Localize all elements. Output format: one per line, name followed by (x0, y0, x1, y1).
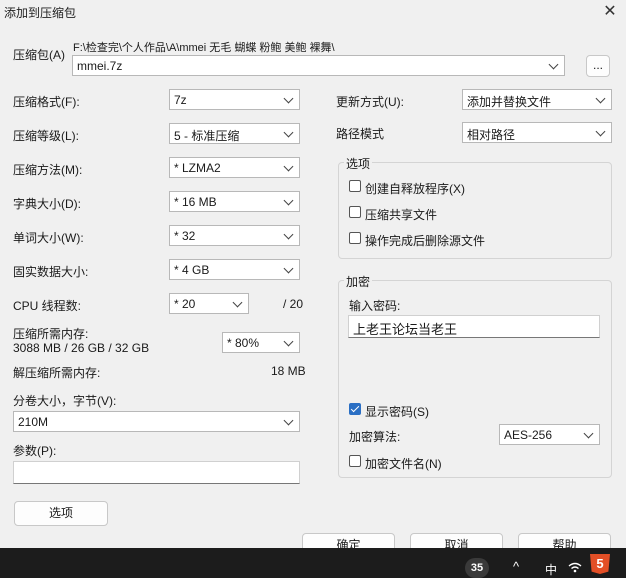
wifi-icon[interactable] (568, 562, 582, 573)
format-label: 压缩格式(F): (13, 95, 80, 109)
chevron-down-icon (284, 161, 294, 173)
params-input[interactable] (13, 461, 300, 484)
mem-select[interactable]: * 80% (222, 332, 300, 353)
delete-checkbox[interactable] (349, 232, 361, 244)
level-select[interactable]: 5 - 标准压缩 (169, 123, 300, 144)
encrypt-group-title: 加密 (344, 273, 373, 290)
options-button[interactable]: 选项 (14, 501, 108, 526)
cpu-label: CPU 线程数: (13, 299, 82, 313)
mem-detail: 3088 MB / 26 GB / 32 GB (13, 341, 150, 355)
html5-icon[interactable]: 5 (590, 554, 610, 574)
decomp-label: 解压缩所需内存: (13, 366, 101, 380)
update-label: 更新方式(U): (336, 95, 404, 109)
chevron-down-icon (284, 336, 294, 348)
method-label: 压缩方法(M): (13, 163, 83, 177)
close-icon[interactable]: ✕ (601, 3, 619, 21)
path-mode-label: 路径模式 (336, 127, 385, 141)
decomp-value: 18 MB (271, 364, 306, 378)
ime-indicator[interactable]: 中 (545, 561, 557, 578)
encrypt-method-label: 加密算法: (349, 430, 401, 444)
word-label: 单词大小(W): (13, 231, 84, 245)
chevron-down-icon (284, 263, 294, 275)
encrypt-names-checkbox[interactable] (349, 455, 361, 467)
password-label: 输入密码: (349, 299, 401, 313)
delete-label[interactable]: 操作完成后删除源文件 (365, 232, 485, 249)
shared-checkbox[interactable] (349, 206, 361, 218)
add-to-archive-dialog: 添加到压缩包 ✕ 压缩包(A) F:\检查完\个人作品\A\mmei 无毛 蝴蝶… (0, 0, 626, 548)
show-password-checkbox[interactable] (349, 403, 361, 415)
chevron-down-icon (284, 229, 294, 241)
archive-filename-combo[interactable]: mmei.7z (72, 55, 565, 76)
chevron-down-icon (584, 428, 594, 440)
password-value: 上老王论坛当老王 (353, 322, 458, 337)
ok-button[interactable]: 确定 (302, 533, 395, 548)
update-value: 添加并替换文件 (467, 95, 552, 109)
chevron-down-icon (284, 195, 294, 207)
chevron-down-icon (549, 59, 559, 71)
archive-label: 压缩包(A) (13, 48, 65, 62)
chevron-down-icon (596, 126, 606, 138)
archive-path: F:\检查完\个人作品\A\mmei 无毛 蝴蝶 粉鲍 美鲍 裸舞\ (73, 42, 335, 54)
mem-value: * 80% (227, 336, 260, 350)
chevron-down-icon (284, 127, 294, 139)
password-input[interactable]: 上老王论坛当老王 (348, 315, 600, 338)
word-value: * 32 (174, 229, 196, 243)
split-value: 210M (18, 415, 49, 429)
encrypt-method-select[interactable]: AES-256 (499, 424, 600, 445)
encrypt-names-label[interactable]: 加密文件名(N) (365, 455, 442, 472)
chevron-down-icon (596, 93, 606, 105)
cancel-button[interactable]: 取消 (410, 533, 503, 548)
taskbar: 35 ^ 中 5 (0, 548, 626, 578)
solid-label: 固实数据大小: (13, 265, 89, 279)
dict-value: * 16 MB (174, 195, 217, 209)
chevron-down-icon (284, 415, 294, 427)
notification-badge[interactable]: 35 (465, 558, 489, 578)
options-group-title: 选项 (344, 155, 373, 172)
update-select[interactable]: 添加并替换文件 (462, 89, 612, 110)
sfx-label[interactable]: 创建自释放程序(X) (365, 180, 465, 197)
cpu-select[interactable]: * 20 (169, 293, 249, 314)
word-select[interactable]: * 32 (169, 225, 300, 246)
level-label: 压缩等级(L): (13, 129, 80, 143)
solid-value: * 4 GB (174, 263, 210, 277)
split-select[interactable]: 210M (13, 411, 300, 432)
encrypt-method-value: AES-256 (504, 428, 553, 442)
path-mode-select[interactable]: 相对路径 (462, 122, 612, 143)
chevron-up-icon[interactable]: ^ (513, 559, 519, 574)
format-value: 7z (174, 93, 187, 107)
archive-filename: mmei.7z (77, 59, 123, 73)
params-label: 参数(P): (13, 444, 57, 458)
mem-label: 压缩所需内存: (13, 327, 89, 341)
chevron-down-icon (284, 93, 294, 105)
method-select[interactable]: * LZMA2 (169, 157, 300, 178)
format-select[interactable]: 7z (169, 89, 300, 110)
cpu-total: / 20 (283, 297, 304, 311)
sfx-checkbox[interactable] (349, 180, 361, 192)
path-mode-value: 相对路径 (467, 128, 516, 142)
method-value: * LZMA2 (174, 161, 221, 175)
browse-button[interactable]: ... (586, 55, 610, 77)
level-value: 5 - 标准压缩 (174, 129, 240, 143)
dict-label: 字典大小(D): (13, 197, 81, 211)
chevron-down-icon (233, 297, 243, 309)
dict-select[interactable]: * 16 MB (169, 191, 300, 212)
cpu-value: * 20 (174, 297, 196, 311)
help-button[interactable]: 帮助 (518, 533, 611, 548)
split-label: 分卷大小，字节(V): (13, 394, 117, 408)
solid-select[interactable]: * 4 GB (169, 259, 300, 280)
shared-label[interactable]: 压缩共享文件 (365, 206, 437, 223)
show-password-label[interactable]: 显示密码(S) (365, 403, 429, 420)
window-title: 添加到压缩包 (4, 6, 77, 20)
